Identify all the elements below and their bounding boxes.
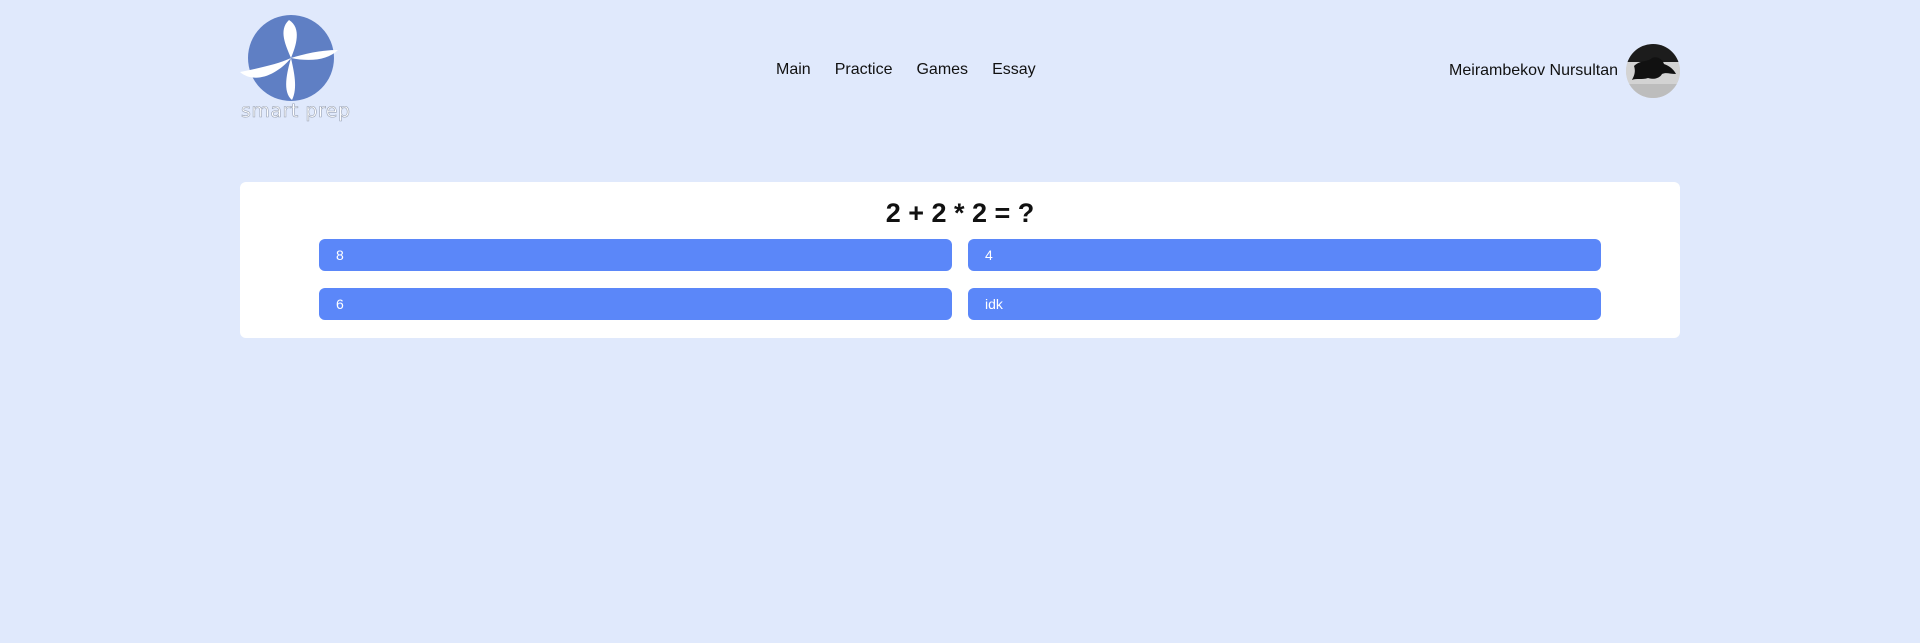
quiz-card: 2 + 2 * 2 = ? 8 4 6 idk [240, 182, 1680, 338]
brand-wordmark: smart prep [241, 100, 351, 123]
user-menu[interactable]: Meirambekov Nursultan [1449, 44, 1680, 98]
nav-item-games[interactable]: Games [916, 61, 968, 79]
answer-option-3[interactable]: 6 [319, 288, 952, 320]
header: smart prep Main Practice Games Essay Mei… [240, 14, 1680, 126]
question-text: 2 + 2 * 2 = ? [885, 198, 1035, 228]
user-avatar-icon [1626, 44, 1680, 98]
answer-option-1[interactable]: 8 [319, 239, 952, 271]
answer-option-2[interactable]: 4 [968, 239, 1601, 271]
answer-grid: 8 4 6 idk [319, 239, 1601, 320]
main-nav: Main Practice Games Essay [776, 61, 1036, 79]
nav-item-main[interactable]: Main [776, 61, 811, 79]
nav-item-essay[interactable]: Essay [992, 61, 1036, 79]
propeller-logo-icon [240, 15, 338, 101]
answer-option-4[interactable]: idk [968, 288, 1601, 320]
avatar[interactable] [1626, 44, 1680, 98]
user-name[interactable]: Meirambekov Nursultan [1449, 62, 1618, 80]
nav-item-practice[interactable]: Practice [835, 61, 893, 79]
brand-logo[interactable]: smart prep [240, 14, 350, 126]
